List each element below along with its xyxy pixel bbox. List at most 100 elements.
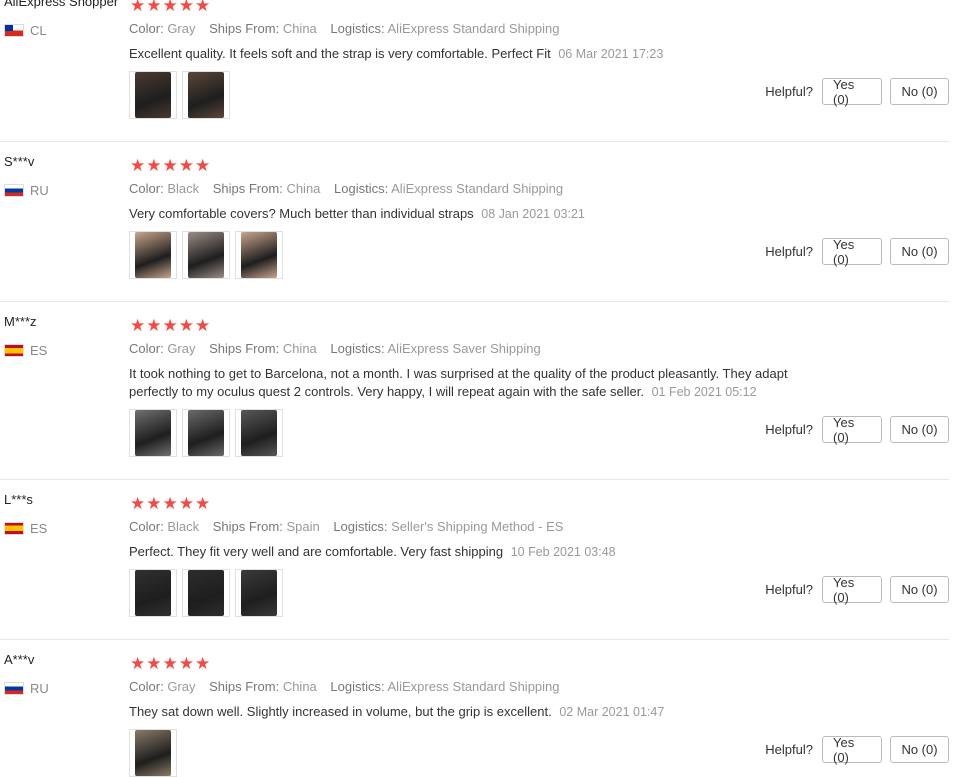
review-photo-thumbnail[interactable] xyxy=(129,71,177,119)
star-icon: ★ xyxy=(130,156,146,175)
review-photos xyxy=(129,71,230,119)
rating-stars: ★ ★ ★ ★ ★ xyxy=(130,157,210,174)
review-photo-thumbnail[interactable] xyxy=(182,71,230,119)
reviewer-name: AliExpress Shopper xyxy=(4,0,119,9)
controller-photo xyxy=(241,232,277,278)
color-value: Black xyxy=(167,519,200,534)
review-photos xyxy=(129,729,177,777)
helpful-controls: Helpful? Yes (0) No (0) xyxy=(765,575,949,605)
star-icon: ★ xyxy=(178,0,194,15)
rating-stars: ★ ★ ★ ★ ★ xyxy=(130,495,210,512)
review-photo-thumbnail[interactable] xyxy=(235,409,283,457)
helpful-controls: Helpful? Yes (0) No (0) xyxy=(765,415,949,445)
logistics-label: Logistics: xyxy=(330,679,385,694)
helpful-yes-button[interactable]: Yes (0) xyxy=(822,237,882,267)
controller-photo xyxy=(241,570,277,616)
country-flag-icon xyxy=(4,522,24,535)
controller-photo xyxy=(135,570,171,616)
review-divider xyxy=(0,301,949,302)
review-photo-thumbnail[interactable] xyxy=(129,729,177,777)
review-date: 08 Jan 2021 03:21 xyxy=(481,207,585,221)
helpful-no-button[interactable]: No (0) xyxy=(890,238,949,265)
ships-from-label: Ships From: xyxy=(209,679,280,694)
star-icon: ★ xyxy=(178,654,194,673)
country-flag-icon xyxy=(4,344,24,357)
review-photo-thumbnail[interactable] xyxy=(182,231,230,279)
controller-photo xyxy=(188,232,224,278)
helpful-controls: Helpful? Yes (0) No (0) xyxy=(765,77,949,107)
star-icon: ★ xyxy=(162,0,178,15)
sku-info: Color: Gray Ships From: China Logistics:… xyxy=(129,679,560,694)
country-flag-icon xyxy=(4,682,24,695)
logistics-value: Seller's Shipping Method - ES xyxy=(391,519,564,534)
star-icon: ★ xyxy=(195,494,211,513)
review-photo-thumbnail[interactable] xyxy=(182,569,230,617)
helpful-label: Helpful? xyxy=(765,422,813,437)
review-photo-thumbnail[interactable] xyxy=(129,231,177,279)
star-icon: ★ xyxy=(162,654,178,673)
review-photo-thumbnail[interactable] xyxy=(235,231,283,279)
review-photo-thumbnail[interactable] xyxy=(235,569,283,617)
helpful-no-button[interactable]: No (0) xyxy=(890,416,949,443)
star-icon: ★ xyxy=(162,494,178,513)
color-value: Gray xyxy=(167,341,196,356)
review-date: 01 Feb 2021 05:12 xyxy=(651,385,757,399)
review-photo-thumbnail[interactable] xyxy=(129,409,177,457)
color-value: Black xyxy=(167,181,200,196)
review-text: Excellent quality. It feels soft and the… xyxy=(129,45,839,63)
logistics-label: Logistics: xyxy=(330,341,385,356)
controller-photo xyxy=(188,410,224,456)
review-date: 02 Mar 2021 01:47 xyxy=(559,705,665,719)
review-body: Excellent quality. It feels soft and the… xyxy=(129,46,551,61)
color-label: Color: xyxy=(129,181,164,196)
star-icon: ★ xyxy=(195,156,211,175)
reviewer-country: ES xyxy=(4,521,47,536)
ships-from-label: Ships From: xyxy=(209,341,280,356)
rating-stars: ★ ★ ★ ★ ★ xyxy=(130,655,210,672)
star-icon: ★ xyxy=(130,494,146,513)
helpful-label: Helpful? xyxy=(765,244,813,259)
helpful-yes-button[interactable]: Yes (0) xyxy=(822,575,882,605)
star-icon: ★ xyxy=(130,316,146,335)
sku-info: Color: Gray Ships From: China Logistics:… xyxy=(129,341,541,356)
helpful-label: Helpful? xyxy=(765,742,813,757)
star-icon: ★ xyxy=(162,316,178,335)
helpful-no-button[interactable]: No (0) xyxy=(890,78,949,105)
ships-from-label: Ships From: xyxy=(212,519,283,534)
country-flag-icon xyxy=(4,24,24,37)
star-icon: ★ xyxy=(195,654,211,673)
star-icon: ★ xyxy=(162,156,178,175)
color-label: Color: xyxy=(129,21,164,36)
ships-from-value: China xyxy=(282,21,317,36)
helpful-yes-button[interactable]: Yes (0) xyxy=(822,77,882,107)
controller-photo xyxy=(188,72,224,118)
star-icon: ★ xyxy=(130,654,146,673)
review-photo-thumbnail[interactable] xyxy=(129,569,177,617)
review-text: Very comfortable covers? Much better tha… xyxy=(129,205,839,223)
logistics-label: Logistics: xyxy=(333,519,388,534)
star-icon: ★ xyxy=(146,156,162,175)
star-icon: ★ xyxy=(178,316,194,335)
ships-from-label: Ships From: xyxy=(209,21,280,36)
country-code: RU xyxy=(30,183,49,198)
review-body: Perfect. They fit very well and are comf… xyxy=(129,544,504,559)
sku-info: Color: Black Ships From: China Logistics… xyxy=(129,181,563,196)
review-photo-thumbnail[interactable] xyxy=(182,409,230,457)
star-icon: ★ xyxy=(146,494,162,513)
helpful-no-button[interactable]: No (0) xyxy=(890,576,949,603)
review-body: Very comfortable covers? Much better tha… xyxy=(129,206,474,221)
review-text: They sat down well. Slightly increased i… xyxy=(129,703,839,721)
helpful-label: Helpful? xyxy=(765,84,813,99)
color-value: Gray xyxy=(167,21,196,36)
helpful-label: Helpful? xyxy=(765,582,813,597)
helpful-no-button[interactable]: No (0) xyxy=(890,736,949,763)
rating-stars: ★ ★ ★ ★ ★ xyxy=(130,317,210,334)
star-icon: ★ xyxy=(146,0,162,15)
logistics-label: Logistics: xyxy=(334,181,389,196)
review-photos xyxy=(129,569,283,617)
helpful-yes-button[interactable]: Yes (0) xyxy=(822,415,882,445)
color-label: Color: xyxy=(129,519,164,534)
review-text: Perfect. They fit very well and are comf… xyxy=(129,543,839,561)
helpful-yes-button[interactable]: Yes (0) xyxy=(822,735,882,765)
star-icon: ★ xyxy=(146,654,162,673)
